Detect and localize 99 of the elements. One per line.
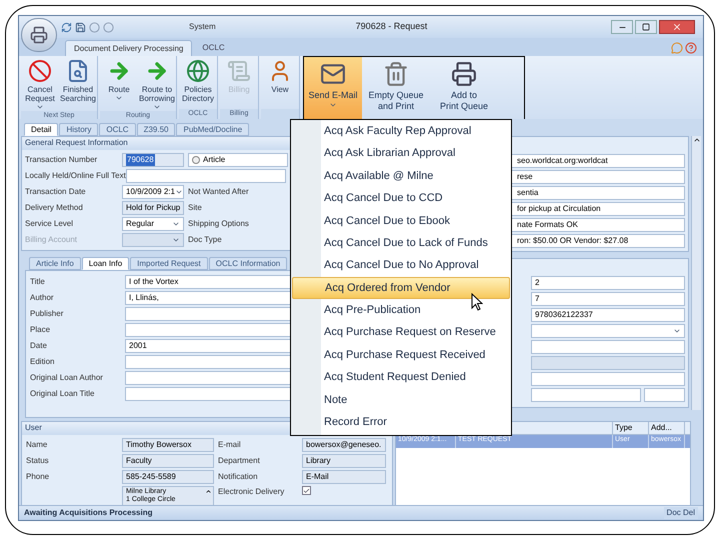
field-label: Doc Type [188, 234, 223, 246]
field-label: Billing Account [25, 234, 78, 246]
printer-icon [451, 61, 477, 87]
menu-item[interactable]: Acq Ordered from Vendor [292, 276, 510, 300]
menu-item[interactable]: Acq Student Request Denied [292, 366, 510, 389]
close-icon [672, 22, 682, 32]
menu-item[interactable]: Acq Cancel Due to No Approval [292, 254, 510, 277]
field-label: Notification [218, 471, 259, 483]
field-label: Department [218, 455, 261, 467]
ribbon-button[interactable]: Route [100, 56, 138, 111]
field-label: Status [26, 455, 50, 467]
scroll-bar[interactable] [691, 136, 701, 410]
dropdown-field[interactable]: 10/9/2009 2:1 [122, 185, 184, 199]
tab[interactable]: Detail [24, 123, 58, 136]
text-field[interactable]: bowersox@geneseo. [302, 438, 386, 452]
scroll-icon [227, 59, 251, 83]
text-field[interactable] [644, 388, 685, 402]
tab[interactable]: OCLC [99, 123, 136, 136]
text-field[interactable]: Hold for Pickup [122, 201, 184, 215]
maximize-button[interactable] [635, 20, 657, 34]
tab[interactable]: Z39.50 [136, 123, 176, 136]
field-label: Phone [26, 471, 50, 483]
text-field[interactable] [531, 388, 641, 402]
text-field[interactable]: 790628 [122, 153, 184, 167]
text-field[interactable] [531, 340, 685, 354]
ribbon-button[interactable]: Add to Print Queue [430, 57, 498, 119]
dropdown-field[interactable] [531, 324, 685, 338]
field-label: Transaction Date [25, 186, 87, 198]
caret-icon [174, 188, 183, 196]
field-label: Original Loan Author [30, 372, 104, 384]
text-field[interactable]: 9780362122337 [531, 308, 685, 322]
field-label: Original Loan Title [30, 388, 96, 400]
field-label: Site [188, 202, 203, 214]
ribbon-button[interactable]: Cancel Request [21, 56, 59, 111]
field-label: E-mail [218, 439, 242, 451]
ribbon-tab[interactable]: Document Delivery Processing [65, 40, 192, 56]
field-label: Title [30, 276, 46, 288]
field-label: Locally Held/Online Full Text [25, 170, 126, 182]
context-tab-label: System [189, 21, 216, 33]
status-text: Awaiting Acquisitions Processing [24, 507, 152, 519]
caret-icon [673, 327, 681, 335]
scroll-up-icon[interactable] [692, 136, 700, 144]
save-icon[interactable] [75, 22, 86, 32]
field-label: Publisher [30, 308, 64, 320]
window-title: 790628 - Request [356, 20, 428, 34]
text-field[interactable]: 7 [531, 292, 685, 306]
field-label: Transaction Number [25, 154, 98, 166]
field-label: Shipping Options [188, 218, 250, 230]
field-label: Place [30, 324, 52, 336]
tab[interactable]: PubMed/Docline [176, 123, 250, 136]
printer-icon [30, 26, 48, 44]
tab[interactable]: Article Info [29, 257, 81, 270]
ribbon-button[interactable]: View [261, 56, 299, 109]
tab[interactable]: Loan Info [82, 257, 130, 270]
tab[interactable]: Imported Request [130, 257, 208, 270]
close-button[interactable] [659, 20, 695, 34]
ribbon-button[interactable]: Policies Directory [179, 56, 217, 109]
tab[interactable]: OCLC Information [208, 257, 288, 270]
ribbon-button[interactable]: Empty Queue and Print [362, 57, 430, 119]
field-label: Date [30, 340, 48, 352]
menu-item[interactable]: Note [292, 388, 510, 412]
field-label: Not Wanted After [188, 186, 250, 198]
text-field[interactable]: E-Mail [302, 470, 386, 484]
field-label: Delivery Method [25, 202, 84, 214]
text-field[interactable]: Faculty [122, 454, 214, 468]
column-header[interactable]: Type [613, 422, 649, 434]
field-label: Electronic Delivery [218, 486, 286, 498]
status-label: Doc Del [664, 507, 698, 519]
scroll-up-icon[interactable] [205, 488, 212, 495]
ribbon-button[interactable]: Finished Searching [59, 56, 97, 111]
comment-icon[interactable] [671, 42, 683, 54]
ribbon-tab[interactable]: OCLC [194, 40, 233, 56]
mouse-pointer-icon [471, 293, 483, 311]
ribbon-button[interactable]: Send E-Mail [304, 57, 362, 119]
file-search-icon [66, 59, 90, 83]
field-label: Author [30, 292, 55, 304]
field-label: Edition [30, 356, 56, 368]
text-field[interactable]: 2 [531, 276, 685, 290]
text-field[interactable]: Library [302, 454, 386, 468]
trash-icon [383, 61, 409, 87]
tab[interactable]: History [59, 123, 98, 136]
circle-icon[interactable] [103, 22, 114, 32]
field-label: Name [26, 439, 48, 451]
text-field[interactable]: 585-245-5589 [122, 470, 214, 484]
field-label: Service Level [25, 218, 74, 230]
text-field[interactable]: Timothy Bowersox [122, 438, 214, 452]
globe-icon [186, 59, 210, 83]
text-field[interactable] [531, 356, 685, 370]
help-icon[interactable] [685, 42, 697, 54]
refresh-icon[interactable] [61, 22, 72, 32]
maximize-icon [642, 23, 650, 31]
text-field[interactable] [126, 169, 286, 183]
dropdown-field[interactable]: Regular [122, 217, 184, 231]
radio-button[interactable]: Article [188, 153, 288, 167]
ribbon-button[interactable]: Route to Borrowing [138, 56, 176, 111]
cancel-icon [28, 59, 52, 83]
column-header[interactable]: Add... [649, 422, 685, 434]
text-field[interactable] [531, 372, 685, 386]
checkbox[interactable] [302, 486, 311, 495]
